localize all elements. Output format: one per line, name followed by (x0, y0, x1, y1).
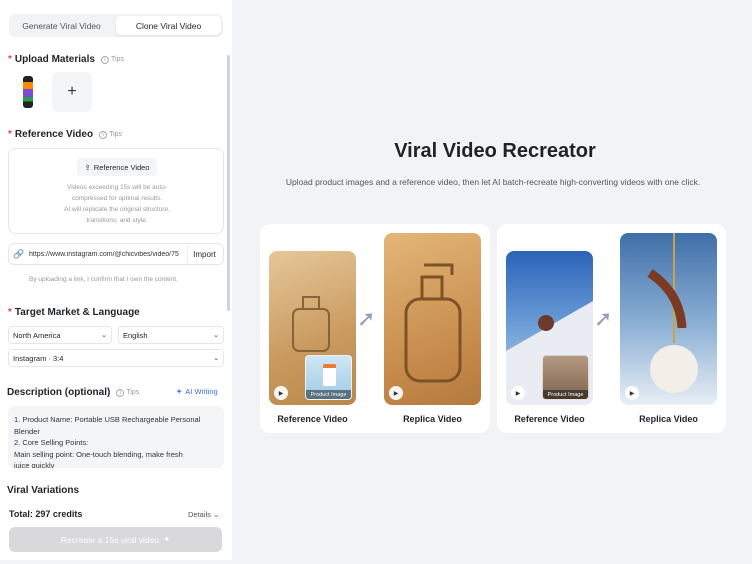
sparkle-icon: ✦ (176, 387, 183, 396)
arrow-right-icon: ➚ (594, 306, 613, 331)
tips-label: Tips (110, 56, 124, 63)
recreate-label: Recreate a 15s viral video (60, 534, 160, 545)
tab-generate-viral-video[interactable]: Generate Viral Video (9, 14, 114, 37)
reference-video-heading: * Reference Video i Tips (8, 129, 122, 140)
tips[interactable]: i Tips (100, 55, 124, 64)
play-icon[interactable]: ▶ (625, 386, 639, 400)
info-icon: i (116, 388, 125, 397)
sparkle-icon: ✦ (163, 534, 171, 544)
chevron-down-icon: ⌄ (101, 332, 107, 339)
link-icon: 🔗 (13, 248, 25, 259)
reference-video-button-label: Reference Video (93, 162, 150, 172)
upload-materials-heading: * Upload Materials i Tips (8, 54, 124, 65)
ai-writing-button[interactable]: ✦ AI Writing (176, 387, 218, 396)
upload-icon: ⇪ (84, 162, 91, 172)
note-line: compressed for optimal results. (71, 195, 163, 202)
example-card-2: ▶ Product Image ➚ ▶ Reference Video Repl… (497, 224, 726, 433)
play-icon[interactable]: ▶ (511, 386, 525, 400)
note-line: AI will replicate the original structure… (64, 206, 170, 213)
play-icon[interactable]: ▶ (389, 386, 403, 400)
url-input[interactable]: https://www.instagram.com/@chicvibes/vid… (29, 251, 187, 258)
required-mark: * (8, 129, 12, 140)
tips[interactable]: i Tips (99, 130, 123, 139)
recreate-button[interactable]: Recreate a 15s viral video ✦ (9, 527, 222, 552)
note-line: transitions, and style. (86, 217, 148, 224)
upload-materials-label: Upload Materials (14, 54, 95, 65)
reference-video-button[interactable]: ⇪ Reference Video (77, 158, 157, 176)
description-line: 1. Product Name: Portable USB Rechargeab… (14, 415, 201, 424)
reference-video-thumbnail[interactable]: ▶ Product Image (269, 251, 356, 405)
reference-note: Videos exceeding 15s will be auto- compr… (17, 182, 217, 226)
sand-bottle-drawing (404, 263, 462, 383)
reference-video-caption: Reference Video (514, 414, 585, 424)
replica-video-thumbnail[interactable]: ▶ (384, 233, 481, 405)
chevron-down-icon: ⌄ (213, 510, 220, 519)
market-select[interactable]: North America ⌄ (8, 326, 112, 344)
import-button[interactable]: Import (187, 245, 221, 263)
tips-label: Tips (109, 131, 123, 138)
tips[interactable]: i Tips (116, 388, 140, 397)
platform-value: Instagram · 3:4 (13, 353, 64, 363)
ai-writing-label: AI Writing (185, 387, 218, 396)
replica-video-thumbnail[interactable]: ▶ (620, 233, 717, 405)
left-panel: Generate Viral Video Clone Viral Video *… (0, 0, 232, 560)
description-line: 2. Core Selling Points: (14, 438, 89, 447)
tab-clone-viral-video[interactable]: Clone Viral Video (116, 16, 221, 35)
description-line: juice quickly (14, 461, 55, 468)
page-subtitle: Upload product images and a reference vi… (285, 177, 701, 187)
description-line: Blender (14, 426, 40, 436)
reference-video-dropzone[interactable]: ⇪ Reference Video Videos exceeding 15s w… (8, 148, 224, 234)
play-icon[interactable]: ▶ (274, 386, 288, 400)
product-image-badge: Product Image (305, 355, 352, 400)
pearl-swing-photo (647, 233, 698, 393)
info-icon: i (99, 130, 108, 139)
product-bottle-image (323, 364, 336, 386)
reference-video-caption: Reference Video (277, 414, 348, 424)
note-line: Videos exceeding 15s will be auto- (67, 184, 167, 191)
chevron-down-icon: ⌄ (213, 332, 219, 339)
required-mark: * (8, 307, 12, 318)
arrow-right-icon: ➚ (357, 306, 376, 331)
language-select[interactable]: English ⌄ (118, 326, 224, 344)
scrollbar[interactable] (227, 55, 230, 311)
platform-select[interactable]: Instagram · 3:4 ⌄ (8, 349, 224, 367)
viral-variations-heading: Viral Variations (7, 485, 79, 496)
language-value: English (123, 330, 148, 340)
product-image-label: Product Image (543, 390, 588, 399)
tips-label: Tips (126, 389, 140, 396)
product-image-badge: Product Image (542, 355, 589, 400)
example-card-1: ▶ Product Image ➚ ▶ Reference Video Repl… (260, 224, 490, 433)
uploaded-product-thumbnail[interactable] (9, 72, 47, 112)
mode-tabs: Generate Viral Video Clone Viral Video (9, 14, 223, 37)
target-label: Target Market & Language (14, 307, 140, 318)
viral-variations-label: Viral Variations (7, 485, 80, 496)
description-line: Main selling point: One-touch blending, … (14, 449, 183, 459)
ownership-confirmation: By uploading a link, I confirm that I ow… (29, 276, 178, 283)
description-heading: Description (optional) i Tips (7, 387, 139, 398)
market-value: North America (13, 330, 61, 340)
description-textarea[interactable]: 1. Product Name: Portable USB Rechargeab… (8, 406, 224, 468)
details-toggle[interactable]: Details ⌄ (188, 510, 219, 519)
chevron-down-icon: ⌄ (213, 355, 219, 362)
info-icon: i (100, 55, 109, 64)
replica-video-caption: Replica Video (403, 414, 462, 424)
blender-image (23, 76, 33, 108)
product-image-label: Product Image (306, 390, 351, 399)
total-credits: Total: 297 credits (9, 509, 83, 519)
required-mark: * (8, 54, 12, 65)
details-label: Details (188, 510, 211, 519)
description-label: Description (optional) (7, 387, 111, 398)
target-heading: * Target Market & Language (8, 307, 140, 318)
reference-video-label: Reference Video (14, 129, 94, 140)
url-input-row: 🔗 https://www.instagram.com/@chicvibes/v… (8, 243, 224, 265)
page-title: Viral Video Recreator (394, 140, 596, 162)
add-material-button[interactable]: + (52, 72, 92, 112)
replica-video-caption: Replica Video (639, 414, 698, 424)
reference-video-thumbnail[interactable]: ▶ Product Image (506, 251, 593, 405)
